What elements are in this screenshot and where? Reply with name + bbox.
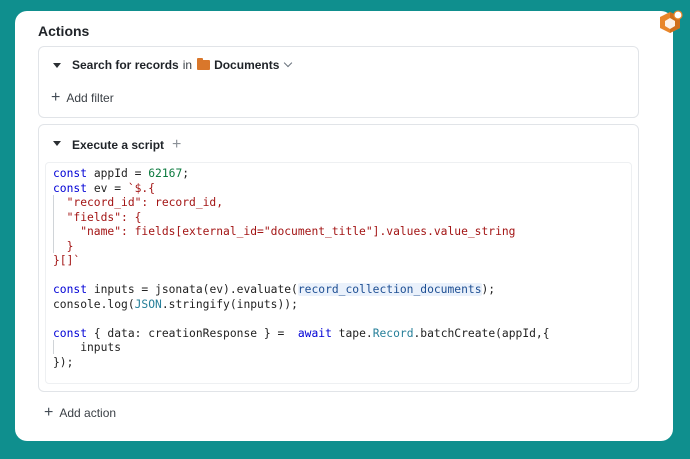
code-line: console.log(JSON.stringify(inputs));	[53, 297, 298, 311]
add-action-label: Add action	[59, 406, 117, 420]
search-in-label: in	[182, 58, 193, 72]
add-action-button[interactable]: + Add action	[44, 404, 116, 422]
code-line: const inputs = jsonata(ev).evaluate(reco…	[53, 283, 496, 296]
collapse-caret-icon[interactable]	[53, 63, 61, 68]
app-logo-icon	[660, 10, 683, 33]
execute-script-label: Execute a script	[72, 138, 165, 152]
collection-selector[interactable]: Documents	[214, 58, 279, 72]
code-line: });	[53, 355, 74, 369]
script-code[interactable]: const appId = 62167; const ev = `$.{ "re…	[53, 167, 550, 370]
page-title: Actions	[38, 23, 90, 39]
execute-script-header[interactable]: Execute a script +	[72, 136, 187, 154]
collapse-caret-icon[interactable]	[53, 141, 61, 146]
add-filter-button[interactable]: + Add filter	[51, 89, 114, 107]
code-line: "record_id": record_id,	[53, 196, 224, 209]
search-records-label: Search for records	[72, 58, 179, 72]
code-line: const appId = 62167;	[53, 167, 190, 180]
code-line: }[]`	[53, 254, 81, 267]
add-filter-label: Add filter	[66, 91, 114, 105]
code-line: "fields": {	[53, 210, 142, 224]
search-records-header[interactable]: Search for records in Documents	[72, 58, 293, 72]
code-line: const ev = `$.{	[53, 181, 156, 195]
code-line: }	[53, 239, 74, 253]
plus-icon: +	[44, 404, 54, 421]
code-line: const { data: creationResponse } = await…	[53, 326, 550, 340]
chevron-down-icon[interactable]	[284, 58, 293, 68]
code-line: inputs	[53, 341, 122, 354]
folder-icon	[197, 58, 211, 70]
search-records-section	[38, 46, 639, 118]
code-line: "name": fields[external_id="document_tit…	[53, 225, 516, 238]
plus-icon[interactable]: +	[172, 136, 181, 154]
plus-icon: +	[51, 89, 61, 106]
